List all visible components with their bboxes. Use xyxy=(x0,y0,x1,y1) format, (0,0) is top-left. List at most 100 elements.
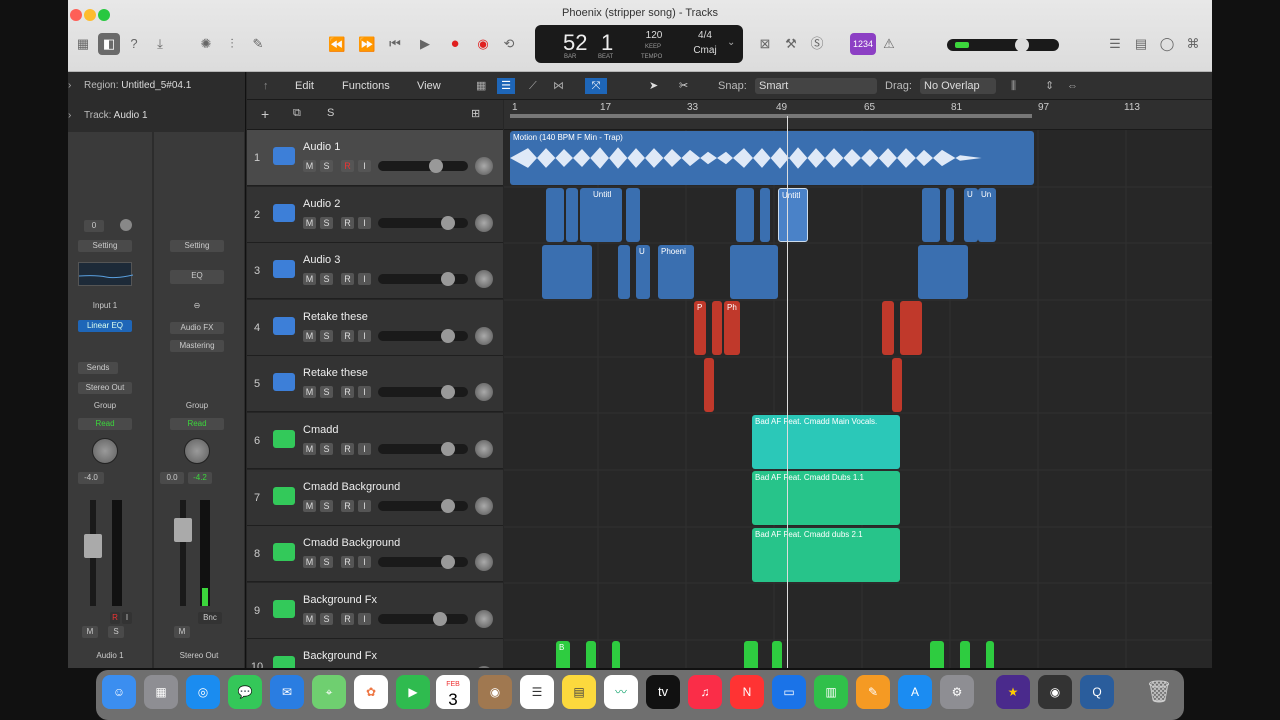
link-icon[interactable]: ⊖ xyxy=(170,300,224,312)
system-settings-icon[interactable]: ⚙ xyxy=(940,675,974,709)
volume-fader-thumb[interactable] xyxy=(174,518,192,542)
count-in-button[interactable]: 1234 xyxy=(850,33,876,55)
track-name[interactable]: Retake these xyxy=(303,311,368,323)
volume-slider[interactable] xyxy=(378,385,468,400)
mute-button[interactable]: M xyxy=(303,443,316,455)
logic-pro-icon[interactable]: ◉ xyxy=(1038,675,1072,709)
pan-knob[interactable] xyxy=(475,496,493,515)
pan-knob[interactable] xyxy=(475,666,493,668)
drag-select[interactable]: No Overlap xyxy=(920,78,996,94)
reminders-icon[interactable]: ☰ xyxy=(520,675,554,709)
loop-browser-icon[interactable]: ◯ xyxy=(1156,33,1178,55)
track-name[interactable]: Retake these xyxy=(303,367,368,379)
rec-button[interactable]: R xyxy=(110,612,120,624)
record-enable-button[interactable]: R xyxy=(341,556,354,569)
mute-button[interactable]: M xyxy=(303,216,316,229)
audio-region[interactable] xyxy=(542,245,592,299)
mute-button[interactable]: M xyxy=(303,329,316,342)
mute-button[interactable]: M xyxy=(82,626,98,638)
apple-tv-icon[interactable]: tv xyxy=(646,675,680,709)
track-name[interactable]: Cmadd xyxy=(303,424,338,436)
mute-button[interactable]: M xyxy=(303,612,316,625)
fx-region[interactable] xyxy=(772,641,782,668)
maps-icon[interactable]: ⌖ xyxy=(312,675,346,709)
flex-icon[interactable]: ⋈ xyxy=(553,78,564,94)
inspector-icon[interactable]: ◧ xyxy=(98,33,120,55)
edit-menu[interactable]: Edit xyxy=(295,78,314,94)
track-options-icon[interactable]: ⊞ xyxy=(471,107,480,120)
track-header[interactable]: 8 Cmadd Background M S R I xyxy=(247,526,503,583)
mute-button[interactable]: M xyxy=(303,499,316,512)
photos-icon[interactable]: ✿ xyxy=(354,675,388,709)
pan-knob[interactable] xyxy=(475,609,493,628)
pan-knob[interactable] xyxy=(184,438,210,464)
horizontal-zoom-icon[interactable]: ⇔ xyxy=(1067,78,1078,94)
input-button[interactable]: Input 1 xyxy=(78,300,132,312)
news-icon[interactable]: N xyxy=(730,675,764,709)
solo-button[interactable]: S xyxy=(320,216,333,229)
finder-icon[interactable]: ☺ xyxy=(102,675,136,709)
track-name[interactable]: Audio 2 xyxy=(303,198,340,210)
track-header[interactable]: 3 Audio 3 MSRI xyxy=(247,243,503,300)
eq-thumbnail[interactable] xyxy=(78,262,134,286)
safari-icon[interactable]: ◎ xyxy=(186,675,220,709)
fx-region[interactable] xyxy=(612,641,620,668)
volume-slider[interactable] xyxy=(378,555,468,570)
audio-region[interactable]: Phoeni xyxy=(658,245,694,299)
waveform-zoom-icon[interactable]: ⫼ xyxy=(1011,78,1016,94)
calendar-icon[interactable]: FEB 3 xyxy=(436,675,470,709)
volume-slider-thumb[interactable] xyxy=(440,442,455,456)
solo-button[interactable]: S xyxy=(108,626,124,638)
volume-slider[interactable] xyxy=(378,272,468,287)
volume-slider[interactable] xyxy=(378,159,468,173)
pan-knob[interactable] xyxy=(92,438,118,464)
setting-button[interactable]: Setting xyxy=(170,240,224,252)
pan-knob[interactable] xyxy=(475,440,493,458)
output-button[interactable]: Stereo Out xyxy=(78,382,132,394)
pan-knob[interactable] xyxy=(475,270,493,289)
audio-region-retake[interactable] xyxy=(882,301,894,355)
volume-slider-thumb[interactable] xyxy=(428,159,443,173)
download-icon[interactable]: ⤓ xyxy=(149,33,171,55)
mute-button[interactable]: M xyxy=(303,160,316,172)
snap-select[interactable]: Smart xyxy=(755,78,877,94)
track-header[interactable]: 2 Audio 2 MSRI xyxy=(247,186,503,243)
low-latency-icon[interactable]: ⊠ xyxy=(754,33,776,55)
vocal-region-dubs-2[interactable]: Bad AF Feat. Cmadd dubs 2.1 xyxy=(752,528,900,582)
gain-knob[interactable] xyxy=(120,219,132,231)
playhead[interactable] xyxy=(787,116,788,668)
fx-region[interactable] xyxy=(586,641,596,668)
track-header[interactable]: 1 Audio 1 MSRI xyxy=(247,130,503,186)
gain-value[interactable]: 0 xyxy=(84,220,104,232)
catch-icon[interactable]: ⤧ xyxy=(585,78,607,94)
keynote-icon[interactable]: ▭ xyxy=(772,675,806,709)
pages-icon[interactable]: ✎ xyxy=(856,675,890,709)
input-monitor-button[interactable]: I xyxy=(122,612,132,624)
input-monitor-button[interactable]: I xyxy=(358,443,371,455)
mute-button[interactable]: M xyxy=(303,556,316,569)
setting-button[interactable]: Setting xyxy=(78,240,132,252)
track-name[interactable]: Background Fx xyxy=(303,594,377,606)
solo-button[interactable]: S xyxy=(320,160,333,172)
solo-mode-icon[interactable]: Ⓢ xyxy=(806,33,828,55)
track-header[interactable]: 6 Cmadd M S R I xyxy=(247,413,503,469)
record-enable-button[interactable]: R xyxy=(341,160,354,172)
pan-knob[interactable] xyxy=(475,326,493,345)
app-store-icon[interactable]: A xyxy=(898,675,932,709)
volume-slider[interactable] xyxy=(378,611,468,626)
pan-knob[interactable] xyxy=(475,157,493,175)
mail-icon[interactable]: ✉ xyxy=(270,675,304,709)
list-editors-icon[interactable]: ☰ xyxy=(1104,33,1126,55)
group-button[interactable]: Group xyxy=(78,400,132,412)
fx-region[interactable] xyxy=(986,641,994,668)
volume-slider[interactable] xyxy=(378,498,468,513)
track-name[interactable]: Cmadd Background xyxy=(303,537,400,549)
volume-slider-thumb[interactable] xyxy=(440,215,455,230)
cycle-range[interactable] xyxy=(510,114,1032,118)
global-solo-icon[interactable]: S xyxy=(327,107,334,119)
marquee-tool-icon[interactable]: ✂ xyxy=(679,78,688,94)
audio-region[interactable]: U xyxy=(964,188,978,242)
audio-region[interactable] xyxy=(730,245,778,299)
volume-fader-track[interactable] xyxy=(84,500,102,606)
track-header[interactable]: 9 Background Fx M S R I xyxy=(247,582,503,639)
